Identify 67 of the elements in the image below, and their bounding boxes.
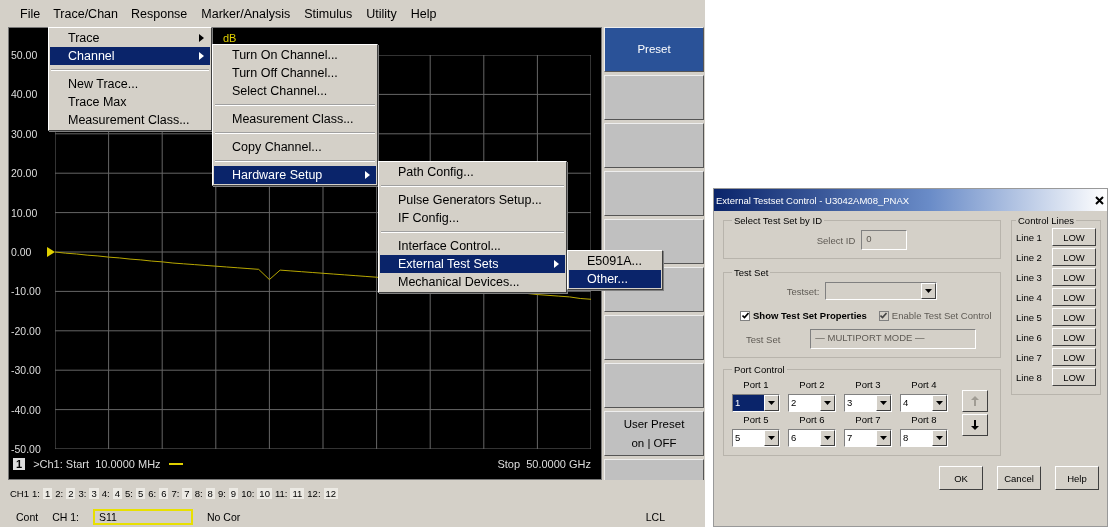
trace-number: 4: — [101, 488, 110, 499]
port-label: Port 8 — [911, 414, 937, 425]
y-axis-label: -40.00 — [10, 403, 41, 416]
checkbox-label: Show Test Set Properties — [753, 310, 867, 321]
dropdown-value: 4 — [902, 396, 910, 410]
units-label: dB — [223, 32, 237, 46]
group-title: Port Control — [733, 364, 786, 375]
field-label: Test Set — [746, 333, 781, 345]
field-label: Select ID — [816, 234, 856, 246]
dropdown-value: 8 — [902, 431, 910, 445]
port-label: Port 5 — [743, 414, 769, 425]
trace-number: 9: — [217, 488, 226, 499]
y-axis-label: 40.00 — [10, 88, 38, 101]
dropdown-value: 5 — [734, 431, 742, 445]
dialog-title: External Testset Control - U3042AM08_PNAX — [716, 194, 910, 206]
trace-number: 12: — [307, 488, 321, 499]
channel-number: 1 — [13, 458, 26, 470]
stop-frequency: Stop 50.0000 GHz — [497, 458, 591, 470]
line-label: Line 7 — [1016, 351, 1042, 363]
line-label: Line 4 — [1016, 291, 1042, 303]
y-axis-label: 0.00 — [10, 245, 32, 258]
line-label: Line 5 — [1016, 311, 1042, 323]
trace-number: 10: — [241, 488, 255, 499]
status-text: Cont — [16, 511, 39, 523]
port-label: Port 6 — [799, 414, 825, 425]
trace-number: 1: — [32, 488, 40, 499]
trace-number: 11: — [274, 488, 288, 499]
dropdown-value: 7 — [846, 431, 854, 445]
y-axis-label: -50.00 — [10, 442, 41, 455]
line-label: Line 3 — [1016, 271, 1042, 283]
trace-number: 3: — [78, 488, 87, 499]
line-label: Line 8 — [1016, 371, 1042, 383]
port-label: Port 1 — [743, 379, 769, 390]
line-label: Line 6 — [1016, 331, 1042, 343]
field-label: Testset: — [786, 285, 820, 297]
measurement-field: S11 — [93, 509, 194, 525]
trace-number: 5: — [124, 488, 133, 499]
y-axis-label: -10.00 — [10, 285, 41, 298]
dropdown-value: 6 — [790, 431, 798, 445]
group-title: Control Lines — [1017, 215, 1075, 226]
port-label: Port 7 — [855, 414, 881, 425]
port-label: Port 2 — [799, 379, 825, 390]
y-axis-label: -30.00 — [10, 364, 41, 377]
y-axis-label: 10.00 — [10, 206, 38, 219]
dropdown-value: 3 — [846, 396, 854, 410]
status-text: LCL — [645, 511, 665, 523]
port-label: Port 4 — [911, 379, 937, 390]
channel-prefix: CH1 — [10, 488, 29, 499]
line-label: Line 2 — [1016, 251, 1042, 263]
y-axis-label: -20.00 — [10, 324, 41, 337]
status-text: No Cor — [207, 511, 241, 523]
y-axis-label: 50.00 — [10, 49, 38, 61]
trace-number: 7: — [171, 488, 180, 499]
checkbox-label: Enable Test Set Control — [891, 310, 992, 321]
dropdown-value: 2 — [790, 396, 798, 410]
line-label: Line 1 — [1016, 231, 1042, 243]
start-frequency: >Ch1: Start 10.0000 MHz — [33, 458, 161, 470]
y-axis-label: 30.00 — [10, 127, 38, 140]
trace-number: 6: — [148, 488, 157, 499]
port-label: Port 3 — [855, 379, 881, 390]
dropdown-value: 1 — [733, 395, 764, 411]
status-text: CH 1: — [52, 511, 80, 523]
y-axis-label: 20.00 — [10, 167, 38, 180]
group-title: Select Test Set by ID — [733, 215, 823, 226]
trace-number: 8: — [194, 488, 203, 499]
group-title: Test Set — [733, 267, 770, 278]
trace-number: 2: — [55, 488, 64, 499]
